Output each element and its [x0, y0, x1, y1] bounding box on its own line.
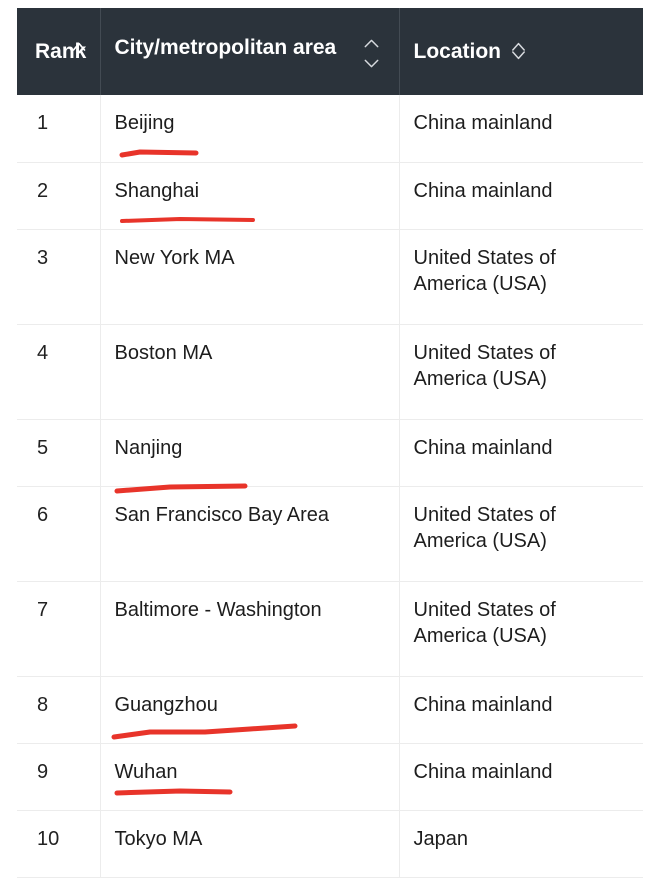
cell-rank: 2: [17, 162, 101, 230]
table-row[interactable]: 6 San Francisco Bay Area United States of …: [17, 486, 643, 582]
table-row[interactable]: 10 Tokyo MA Japan: [17, 810, 643, 878]
sort-caret-updown-icon[interactable]: [364, 35, 389, 68]
table-body: 1 Beijing China mainland 2 Shanghai China mai…: [17, 95, 643, 878]
sort-caret-up-icon: [511, 42, 526, 52]
cell-rank: 4: [17, 324, 101, 420]
cell-city: Boston MA: [100, 324, 400, 420]
table-row[interactable]: 3 New York MA United States of America (US…: [17, 229, 643, 325]
cell-rank: 5: [17, 419, 101, 487]
table-row[interactable]: 5 Nanjing China mainland: [17, 419, 643, 487]
cell-rank: 10: [17, 810, 101, 878]
table-header-row: Rank City/metropolitan area Location: [17, 8, 643, 95]
cell-location: Japan: [399, 810, 643, 878]
cell-rank: 7: [17, 581, 101, 677]
table-row[interactable]: 4 Boston MA United States of America (USA): [17, 324, 643, 420]
cell-location: China mainland: [399, 676, 643, 744]
sort-caret-down-icon: [511, 51, 526, 60]
table-row[interactable]: 7 Baltimore - Washington United States of …: [17, 581, 643, 677]
cell-rank: 3: [17, 229, 101, 325]
cell-city: Nanjing: [100, 419, 400, 487]
table-row[interactable]: 1 Beijing China mainland: [17, 95, 643, 163]
column-header-city-label: City/metropolitan area: [114, 36, 337, 59]
table-header: Rank City/metropolitan area Location: [17, 8, 643, 95]
cell-city: Baltimore - Washington: [100, 581, 400, 677]
sort-diamond-icon[interactable]: [511, 42, 526, 60]
cell-location: China mainland: [399, 419, 643, 487]
cell-rank: 9: [17, 743, 101, 811]
cell-location: United States of America (USA): [399, 486, 643, 582]
cell-rank: 6: [17, 486, 101, 582]
cell-location: United States of America (USA): [399, 229, 643, 325]
cell-rank: 8: [17, 676, 101, 744]
cell-city: Shanghai: [100, 162, 400, 230]
sort-caret-down-icon: [364, 59, 379, 68]
rankings-table-page: Rank City/metropolitan area Location 1 B…: [0, 0, 659, 883]
cell-location: China mainland: [399, 743, 643, 811]
column-header-location-label: Location: [413, 39, 502, 63]
cell-location: China mainland: [399, 162, 643, 230]
cell-rank: 1: [17, 95, 101, 163]
column-header-rank[interactable]: Rank: [17, 8, 101, 95]
cell-location: United States of America (USA): [399, 581, 643, 677]
table-row[interactable]: 8 Guangzhou China mainland: [17, 676, 643, 744]
sort-caret-up-icon: [364, 39, 379, 48]
table-row[interactable]: 9 Wuhan China mainland: [17, 743, 643, 811]
cell-location: United States of America (USA): [399, 324, 643, 420]
column-header-location[interactable]: Location: [399, 8, 643, 95]
cell-city: Beijing: [100, 95, 400, 163]
table-row[interactable]: 2 Shanghai China mainland: [17, 162, 643, 230]
column-header-city[interactable]: City/metropolitan area: [100, 8, 400, 95]
cell-city: Guangzhou: [100, 676, 400, 744]
column-header-rank-label: Rank: [35, 39, 87, 63]
cell-city: San Francisco Bay Area: [100, 486, 400, 582]
rankings-table: Rank City/metropolitan area Location 1 B…: [17, 8, 643, 878]
cell-city: New York MA: [100, 229, 400, 325]
cell-location: China mainland: [399, 95, 643, 163]
cell-city: Tokyo MA: [100, 810, 400, 878]
cell-city: Wuhan: [100, 743, 400, 811]
